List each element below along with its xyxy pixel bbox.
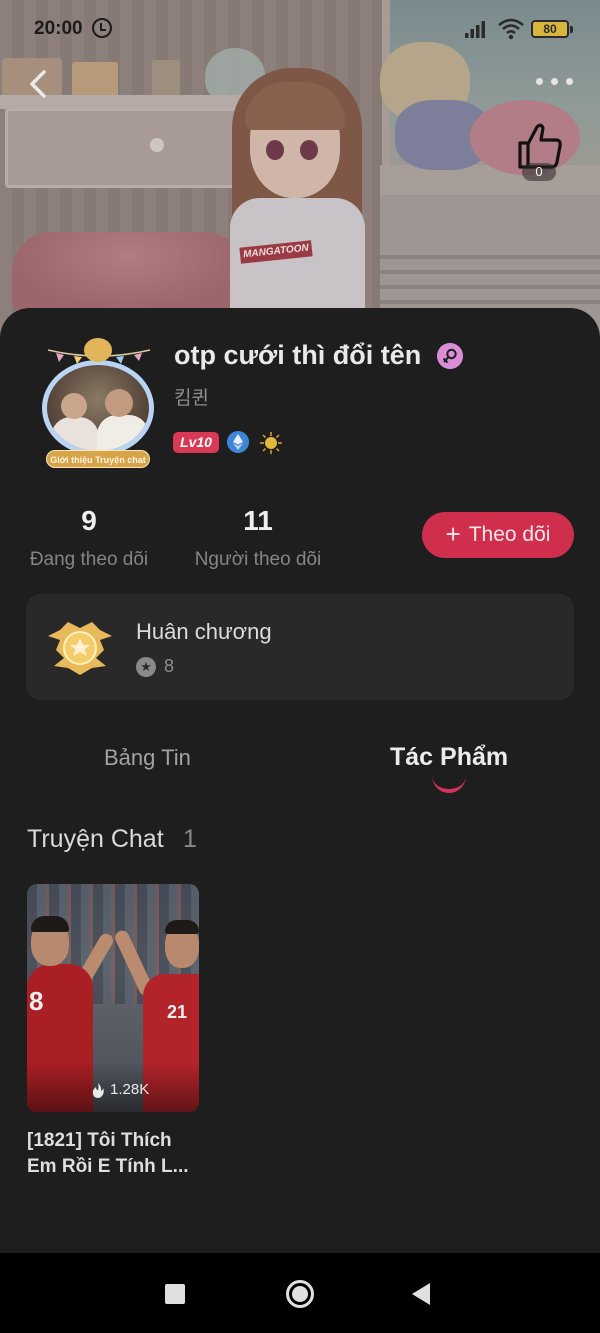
follow-button-label: Theo dõi [468,523,551,546]
story-views: 1.28K [90,1081,149,1098]
back-arrow-icon[interactable] [20,62,60,106]
tab-works[interactable]: Tác Phẩm [390,743,508,772]
avatar-photo [42,360,154,456]
bear-decoration [84,338,112,362]
medal-title: Huân chương [136,619,272,644]
nav-back-icon[interactable] [412,1283,430,1305]
fire-icon [92,1082,104,1098]
nav-home-icon[interactable] [286,1280,314,1308]
avatar-caption: Giới thiệu Truyện chat [46,450,150,468]
followers-stat[interactable]: 11 Người theo dõi [190,505,326,571]
jersey-number-right: 21 [167,1002,188,1022]
profile-alias: 킴퀸 [174,388,209,409]
follow-button[interactable]: + Theo dõi [422,512,574,558]
nav-recent-icon[interactable] [165,1284,185,1304]
jersey-number-left: 8 [29,986,44,1016]
level-badge: Lv10 [173,432,219,453]
story-cover[interactable]: 8 21 [27,884,199,1112]
story-title[interactable]: [1821] Tôi Thích Em Rồi E Tính L... [27,1128,203,1180]
like-count: 0 [522,163,556,181]
followers-label: Người theo dõi [194,549,322,570]
battery-level: 80 [543,22,557,36]
ethereum-icon [227,431,249,453]
medal-count: 8 [164,656,175,676]
signal-icon [465,21,485,38]
female-icon [437,343,463,369]
following-count: 9 [81,505,97,536]
following-stat[interactable]: 9 Đang theo dõi [26,505,152,571]
section-title: Truyện Chat [27,825,164,853]
avatar[interactable]: Giới thiệu Truyện chat [34,338,162,470]
views-count: 1.28K [110,1081,150,1098]
more-dots-icon[interactable] [530,70,580,94]
profile-username: otp cưới thì đổi tên [174,340,422,370]
profile-screen: MANGATOON 20:00 80 0 Giới thiệu Truyện c… [0,0,600,1333]
medal-count-row: 8 [136,656,174,677]
plus-icon: + [445,518,461,549]
wifi-icon [498,18,524,40]
status-time: 20:00 [34,18,83,39]
followers-count: 11 [243,505,273,536]
following-label: Đang theo dõi [29,549,149,570]
medal-icon [48,622,112,675]
section-count: 1 [183,825,197,853]
star-icon [136,656,156,677]
profile-banner: MANGATOON 20:00 80 0 [0,0,600,340]
tab-feed[interactable]: Bảng Tin [104,745,191,771]
alarm-icon [92,18,112,38]
battery-icon: 80 [531,20,573,38]
stool-illustration [12,232,244,312]
coin-icon [260,432,282,454]
